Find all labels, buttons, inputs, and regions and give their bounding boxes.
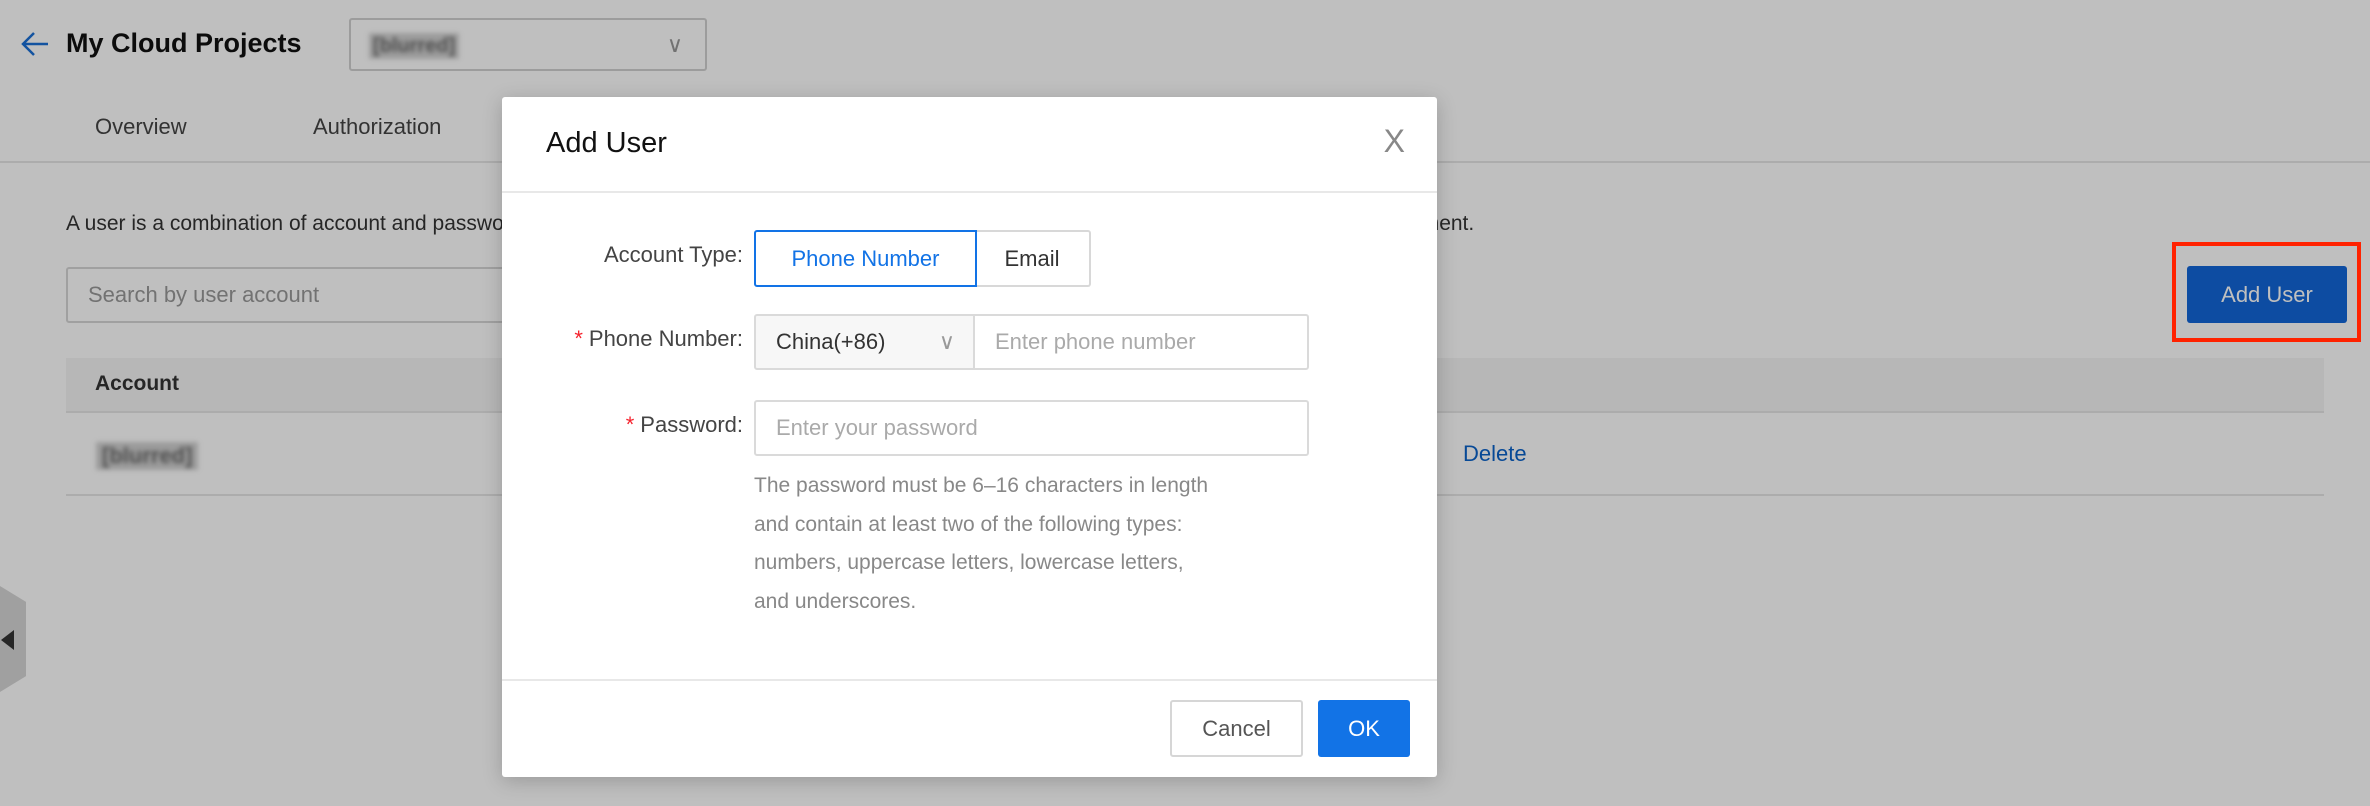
add-user-dialog: Add User X Account Type: Phone Number Em… [502, 97, 1437, 777]
close-icon[interactable]: X [1384, 123, 1405, 160]
ok-button[interactable]: OK [1318, 700, 1410, 757]
highlight-box [2172, 242, 2361, 342]
password-input[interactable]: Enter your password [754, 400, 1309, 456]
password-label: * Password: [625, 412, 743, 437]
dialog-footer-divider [502, 679, 1437, 681]
password-help-text: The password must be 6–16 characters in … [754, 474, 1209, 613]
cancel-button[interactable]: Cancel [1170, 700, 1303, 757]
phone-number-input[interactable]: Enter phone number [973, 314, 1309, 370]
chevron-down-icon: ∨ [938, 329, 955, 354]
phone-number-label: * Phone Number: [574, 326, 743, 351]
dialog-title: Add User [546, 127, 667, 159]
account-type-phone[interactable]: Phone Number [754, 230, 977, 287]
account-type-label: Account Type: [603, 242, 743, 267]
country-code-select[interactable]: China(+86) ∨ [754, 314, 975, 370]
account-type-email[interactable]: Email [975, 230, 1091, 287]
dialog-header: Add User X [502, 97, 1437, 193]
